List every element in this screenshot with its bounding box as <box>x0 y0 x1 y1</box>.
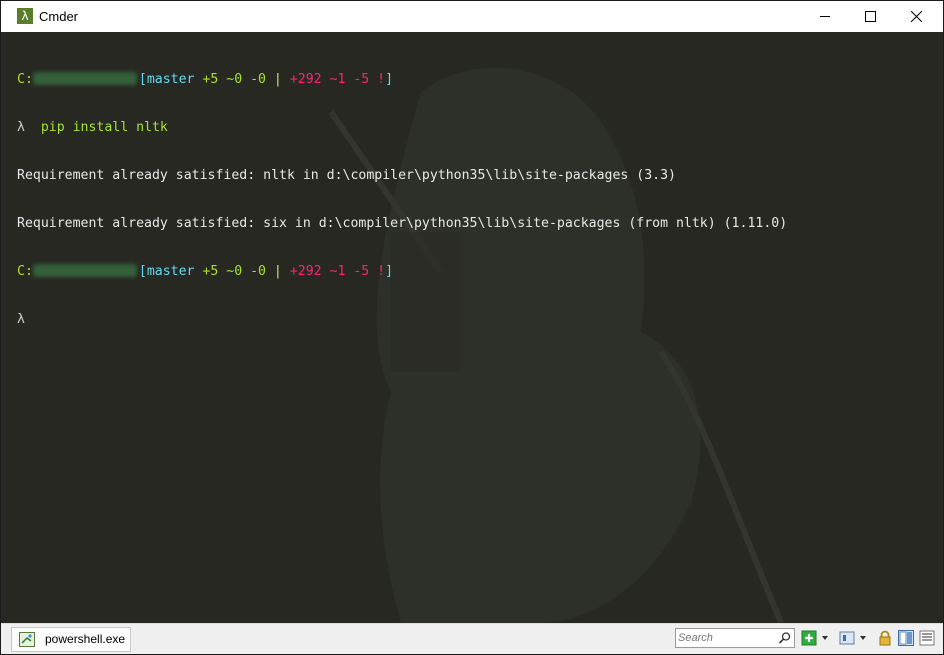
lock-icon[interactable] <box>877 630 893 646</box>
lambda-icon: λ <box>17 8 33 24</box>
window-title: Cmder <box>39 9 79 24</box>
git-staged-status: +5 ~0 -0 <box>202 264 266 279</box>
search-field[interactable] <box>675 628 795 648</box>
powershell-icon <box>19 632 35 647</box>
chevron-down-icon[interactable] <box>820 630 830 646</box>
lambda-prompt: λ <box>17 312 25 327</box>
window-layout-icon[interactable] <box>839 630 855 646</box>
git-unstaged-status: +292 ~1 -5 ! <box>289 72 386 87</box>
menu-icon[interactable] <box>919 630 935 646</box>
cwd-path: C: <box>17 72 33 87</box>
redacted-path <box>32 264 137 277</box>
cmder-window: λ Cmder C: [master +5 ~0 -0 | +292 ~1 -5… <box>0 0 944 655</box>
terminal-area[interactable]: C: [master +5 ~0 -0 | +292 ~1 -5 !] λ pip… <box>1 32 943 623</box>
output-line: Requirement already satisfied: six in d:… <box>17 216 788 231</box>
git-bracket-open: [ <box>138 72 147 87</box>
prompt-line: C: [master +5 ~0 -0 | +292 ~1 -5 !] <box>17 72 787 88</box>
output-line: Requirement already satisfied: nltk in d… <box>17 168 676 183</box>
close-button[interactable] <box>893 1 939 32</box>
typed-command: pip install nltk <box>40 120 168 135</box>
maximize-button[interactable] <box>847 1 893 32</box>
chevron-down-icon[interactable] <box>858 630 868 646</box>
new-console-icon[interactable] <box>801 630 817 646</box>
search-icon[interactable] <box>778 631 792 645</box>
git-branch: master <box>146 72 195 87</box>
git-bracket-close: ] <box>385 72 394 87</box>
git-unstaged-status: +292 ~1 -5 ! <box>289 264 386 279</box>
git-status-separator: | <box>273 72 282 87</box>
git-staged-status: +5 ~0 -0 <box>202 72 266 87</box>
console-output: C: [master +5 ~0 -0 | +292 ~1 -5 !] λ pip… <box>17 40 787 360</box>
status-bar: powershell.exe <box>1 623 943 654</box>
search-input[interactable] <box>678 630 774 645</box>
git-branch: master <box>146 264 195 279</box>
split-view-icon[interactable] <box>898 630 914 646</box>
tab-label: powershell.exe <box>45 632 126 646</box>
close-icon <box>910 11 922 22</box>
title-bar[interactable]: λ Cmder <box>1 1 943 32</box>
git-bracket-close: ] <box>385 264 394 279</box>
command-line: λ <box>17 312 787 328</box>
maximize-icon <box>864 11 876 22</box>
prompt-line: C: [master +5 ~0 -0 | +292 ~1 -5 !] <box>17 264 787 280</box>
command-line: λ pip install nltk <box>17 120 787 136</box>
git-status-separator: | <box>273 264 282 279</box>
cwd-path: C: <box>17 264 33 279</box>
minimize-icon <box>819 16 830 17</box>
minimize-button[interactable] <box>802 1 848 32</box>
git-bracket-open: [ <box>138 264 147 279</box>
redacted-path <box>32 72 137 85</box>
tab-powershell[interactable]: powershell.exe <box>11 627 131 652</box>
lambda-prompt: λ <box>17 120 25 135</box>
